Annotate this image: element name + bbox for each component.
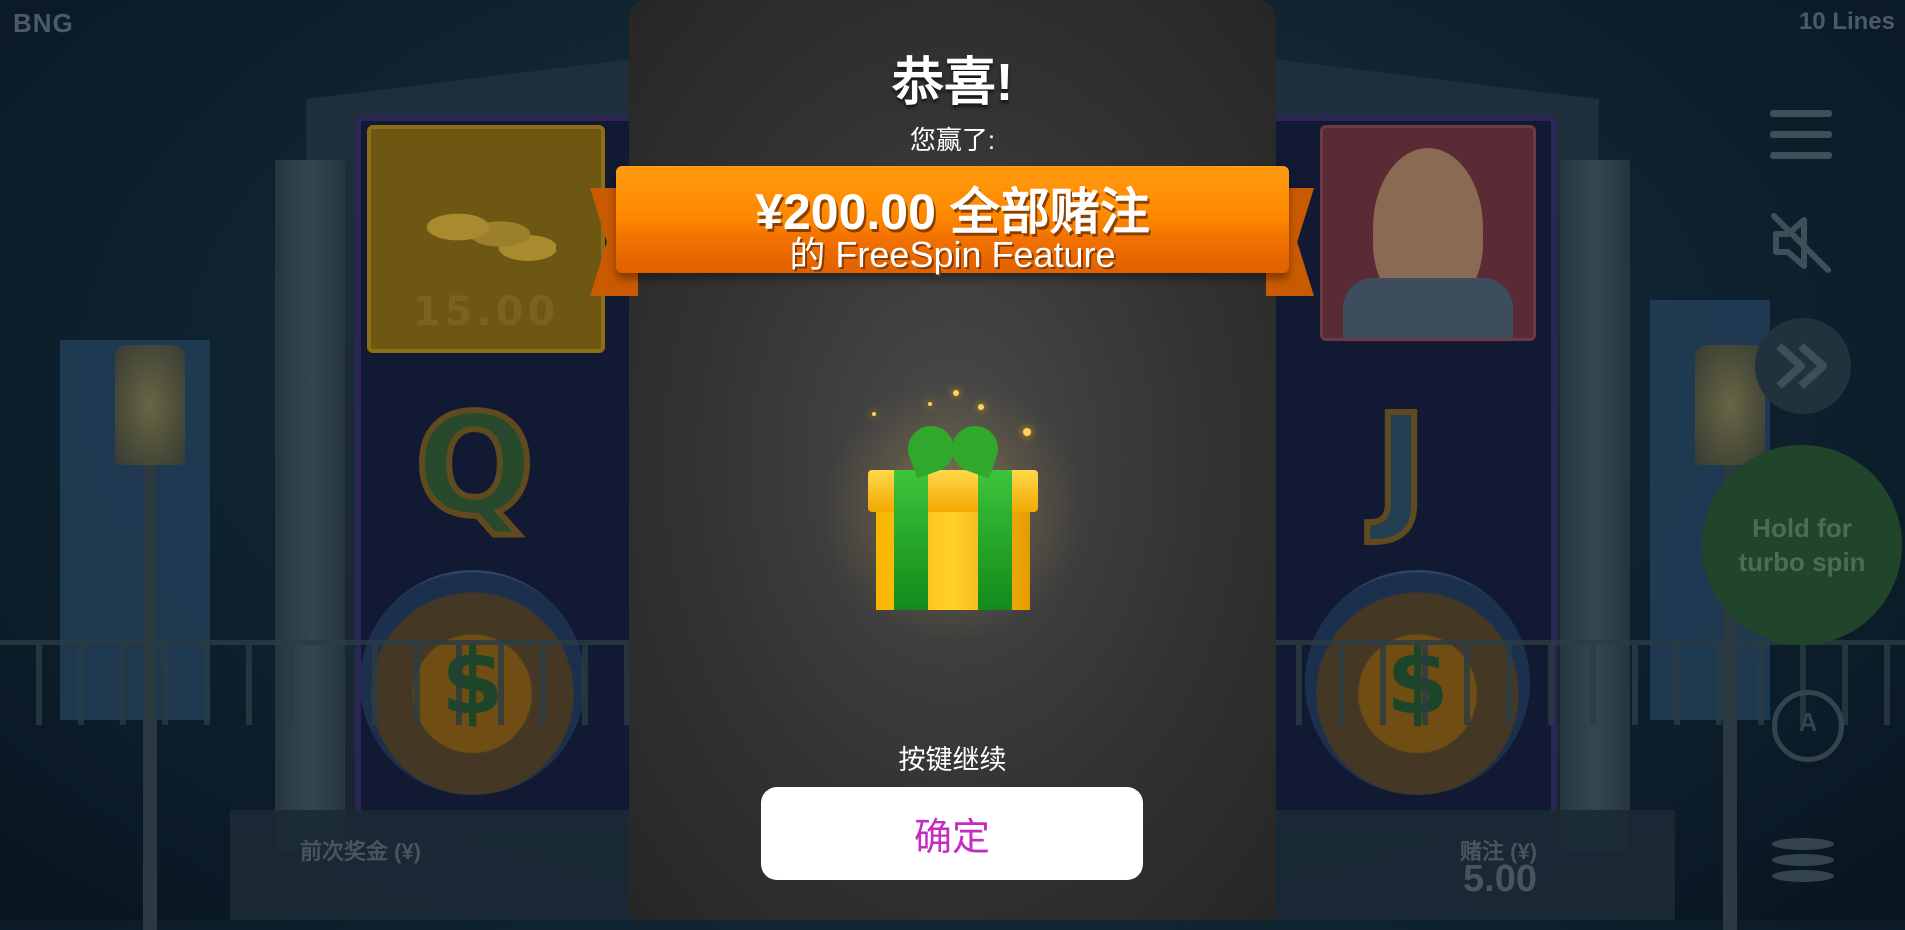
spin-button-label: Hold for turbo spin [1738, 513, 1866, 577]
last-win-label: 前次奖金 (¥) [300, 839, 422, 864]
bet-value: 5.00 [1463, 858, 1537, 900]
autoplay-icon[interactable]: A [1772, 690, 1844, 762]
pillar-right [1560, 160, 1630, 850]
boss-symbol-tile [1320, 125, 1536, 341]
gift-box-icon [818, 380, 1088, 640]
pillar-left [275, 160, 345, 850]
prize-ribbon: ¥200.00 全部赌注 的 FreeSpin Feature [616, 166, 1289, 275]
dialog-title: 恭喜! [891, 54, 1014, 112]
bet-coins-icon[interactable] [1772, 838, 1834, 893]
ok-button[interactable]: 确定 [761, 787, 1143, 880]
menu-icon[interactable] [1770, 110, 1832, 166]
boss-body-icon [1343, 278, 1513, 338]
j-symbol: J [1372, 382, 1430, 551]
dialog-subtitle: 您赢了: [909, 125, 996, 155]
spin-button[interactable]: Hold for turbo spin [1702, 445, 1902, 645]
coin-symbol-value: 15.00 [412, 289, 560, 335]
continue-prompt: 按键继续 [898, 745, 1007, 775]
prize-description: 的 FreeSpin Feature [789, 234, 1116, 275]
street-lamp-left-icon [115, 345, 185, 465]
coins-icon [416, 199, 556, 269]
sound-muted-icon[interactable] [1768, 210, 1834, 276]
paylines-indicator: 10 Lines [1798, 8, 1895, 35]
brand-logo: BNG [13, 8, 74, 38]
coin-symbol-tile: 15.00 [367, 125, 605, 353]
fast-forward-icon[interactable] [1755, 318, 1851, 414]
autoplay-letter: A [1798, 707, 1818, 737]
q-symbol: Q [412, 382, 537, 551]
